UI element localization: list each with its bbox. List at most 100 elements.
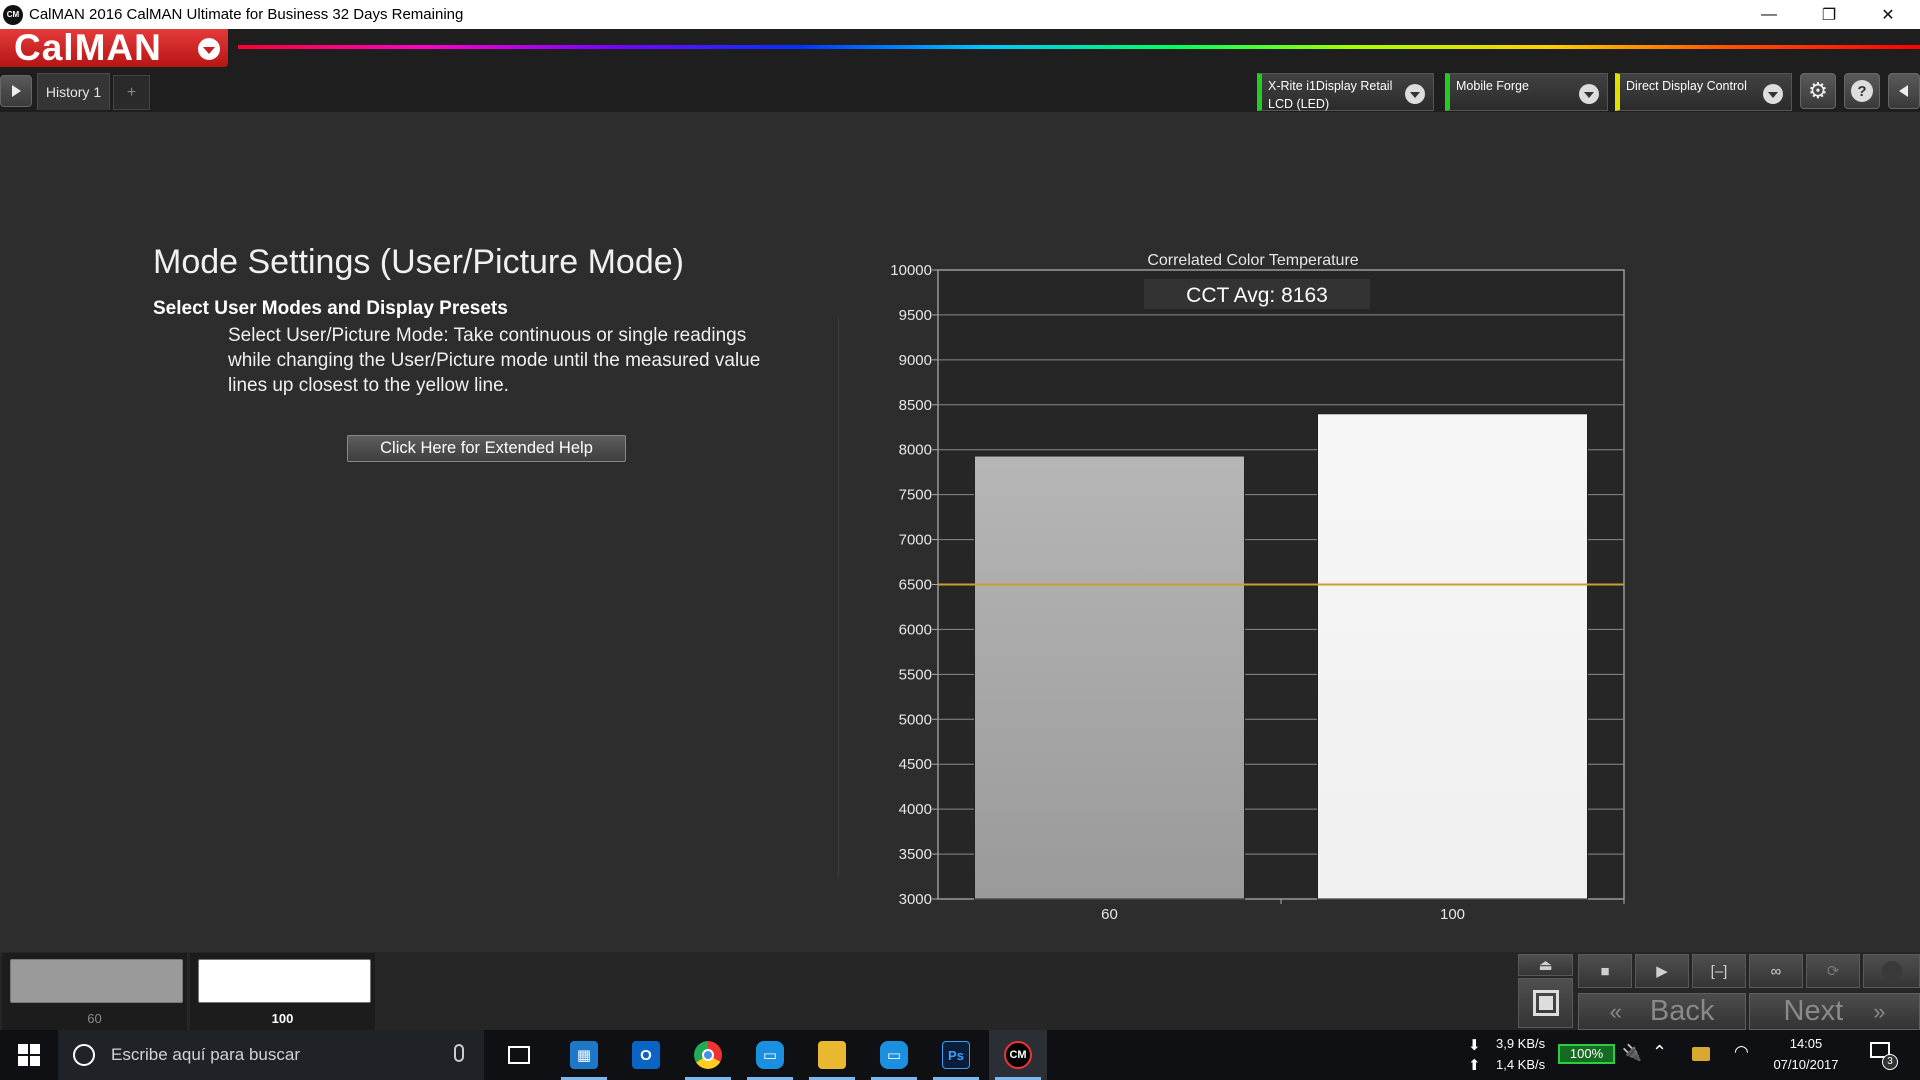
reading-label: 60 <box>87 1011 102 1026</box>
calman-menu-button[interactable]: CalMAN <box>0 27 228 68</box>
y-tick-label: 5500 <box>899 666 932 683</box>
action-center-button[interactable]: 3 <box>1866 1038 1902 1072</box>
extended-help-button[interactable]: Click Here for Extended Help <box>347 435 626 462</box>
window-title-bar: CM CalMAN 2016 CalMAN Ultimate for Busin… <box>0 0 1920 29</box>
taskbar-app-store[interactable]: ▦ <box>555 1030 613 1080</box>
chevron-down-icon <box>1763 84 1783 104</box>
eject-icon: ⏏ <box>1538 957 1553 974</box>
chevron-down-icon <box>1579 84 1599 104</box>
search-placeholder: Escribe aquí para buscar <box>111 1045 300 1064</box>
add-tab-button[interactable]: + <box>113 75 150 110</box>
reading-thumbnail-selected[interactable]: 100 <box>190 953 375 1030</box>
toolbar: History 1 + X-Rite i1Display Retail LCD … <box>0 70 1920 112</box>
display-control-selector[interactable]: Direct Display Control <box>1615 73 1792 111</box>
double-chevron-left-icon: « <box>1609 998 1622 1024</box>
back-label: Back <box>1649 995 1715 1027</box>
read-series-button[interactable]: [–] <box>1692 954 1746 988</box>
outlook-icon: O <box>632 1041 660 1069</box>
play-icon: ▶ <box>1656 963 1668 980</box>
gear-icon: ⚙ <box>1808 78 1828 103</box>
y-tick-label: 7500 <box>899 487 932 504</box>
bar <box>1317 413 1588 900</box>
circle-icon <box>1881 961 1902 981</box>
collapse-controls-button[interactable]: ⏏ <box>1518 954 1573 976</box>
reading-thumbnail[interactable]: 60 <box>2 953 187 1030</box>
wifi-icon[interactable]: ◠ <box>1734 1042 1749 1062</box>
task-view-icon <box>508 1046 530 1064</box>
y-tick-label: 8000 <box>899 442 932 459</box>
record-button[interactable] <box>1863 954 1920 988</box>
pattern-generator-label: Mobile Forge <box>1456 79 1529 93</box>
y-tick-label: 4000 <box>899 801 932 818</box>
infinity-icon: ∞ <box>1770 962 1782 980</box>
windows-taskbar: Escribe aquí para buscar ▦ O ▭ ▭ Ps CM ⬇… <box>0 1030 1920 1080</box>
notification-count: 3 <box>1882 1054 1898 1070</box>
tray-app-icon[interactable] <box>1692 1047 1710 1061</box>
expand-panel-button[interactable] <box>0 75 32 107</box>
minimize-button[interactable]: — <box>1740 0 1798 29</box>
download-speed: 3,9 KB/s <box>1496 1036 1546 1051</box>
close-button[interactable]: ✕ <box>1859 0 1917 29</box>
y-tick-label: 7000 <box>899 532 932 549</box>
x-tick-label: 60 <box>1101 906 1118 923</box>
y-tick-label: 4500 <box>899 756 932 773</box>
taskbar-app-chrome[interactable] <box>679 1030 737 1080</box>
chevron-up-icon[interactable]: ⌃ <box>1652 1042 1667 1063</box>
settings-button[interactable]: ⚙ <box>1800 73 1836 109</box>
taskbar-search[interactable]: Escribe aquí para buscar <box>58 1030 484 1080</box>
stop-reading-button[interactable] <box>1518 978 1573 1028</box>
y-tick-label: 10000 <box>890 262 932 279</box>
taskbar-app-feedback[interactable]: ▭ <box>741 1030 799 1080</box>
calman-logo-text: CalMAN <box>14 27 162 68</box>
cct-chart-svg: Correlated Color Temperature 3000 3500 400… <box>890 252 1625 923</box>
refresh-button[interactable]: ⟳ <box>1806 954 1860 988</box>
taskbar-app-skype[interactable]: ▭ <box>865 1030 923 1080</box>
play-right-icon <box>12 85 21 97</box>
app-header: CalMAN <box>0 27 1920 70</box>
restore-button[interactable]: ❐ <box>1800 0 1858 29</box>
taskbar-app-explorer[interactable] <box>803 1030 861 1080</box>
cct-average-label: CCT Avg: 8163 <box>1186 284 1328 307</box>
photoshop-icon: Ps <box>942 1041 970 1069</box>
cortana-icon <box>73 1044 95 1066</box>
task-view-button[interactable] <box>490 1030 548 1080</box>
taskbar-app-photoshop[interactable]: Ps <box>927 1030 985 1080</box>
question-icon: ? <box>1851 80 1873 102</box>
plus-icon: + <box>126 83 137 101</box>
chrome-icon <box>694 1041 722 1069</box>
bracket-icon: [–] <box>1710 962 1728 980</box>
bar <box>974 455 1245 900</box>
meter-device-selector[interactable]: X-Rite i1Display Retail LCD (LED) <box>1257 73 1434 111</box>
clock-time[interactable]: 14:05 <box>1766 1036 1846 1051</box>
reading-swatch <box>10 959 183 1003</box>
y-tick-label: 6000 <box>899 621 932 638</box>
taskbar-app-outlook[interactable]: O <box>617 1030 675 1080</box>
chat-icon: ▭ <box>756 1041 784 1069</box>
next-label: Next <box>1783 995 1844 1027</box>
reading-swatch <box>198 959 371 1003</box>
next-button[interactable]: Next » <box>1749 993 1920 1030</box>
microphone-icon <box>454 1044 464 1062</box>
calman-app-icon: CM <box>3 4 23 25</box>
y-tick-label: 6500 <box>899 577 932 594</box>
y-tick-label: 8500 <box>899 397 932 414</box>
play-left-icon <box>1899 85 1908 97</box>
start-button[interactable] <box>0 1030 58 1080</box>
continuous-read-button[interactable]: ∞ <box>1749 954 1803 988</box>
pattern-generator-selector[interactable]: Mobile Forge <box>1445 73 1608 111</box>
chevron-down-icon <box>1405 84 1425 104</box>
collapse-panel-button[interactable] <box>1888 73 1920 109</box>
windows-logo-icon <box>18 1044 40 1066</box>
minimize-icon: — <box>1761 5 1777 23</box>
clock-date[interactable]: 07/10/2017 <box>1766 1057 1846 1072</box>
back-button[interactable]: « Back <box>1578 993 1746 1030</box>
double-chevron-right-icon: » <box>1873 998 1886 1024</box>
read-once-button[interactable]: ▶ <box>1635 954 1689 988</box>
network-speed-down-icon: ⬇ <box>1468 1037 1481 1054</box>
tab-history-1[interactable]: History 1 <box>37 73 110 110</box>
cct-chart: Correlated Color Temperature 3000 3500 400… <box>860 245 1640 930</box>
taskbar-app-calman[interactable]: CM <box>989 1030 1047 1080</box>
help-button[interactable]: ? <box>1844 73 1880 109</box>
stop-button[interactable]: ■ <box>1578 954 1632 988</box>
battery-indicator[interactable]: 100% <box>1558 1044 1615 1064</box>
